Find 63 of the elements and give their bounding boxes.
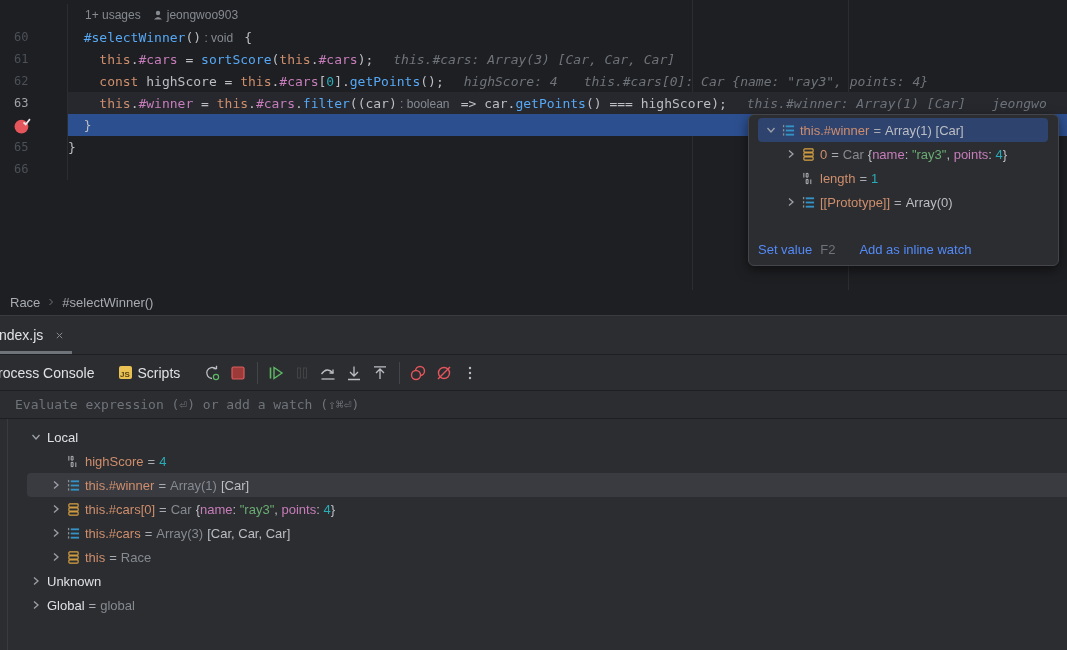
variable-entry: this.#cars[0] = Car {name: "ray3", points: 4} — [85, 501, 336, 517]
object-icon — [67, 502, 80, 516]
rerun-icon[interactable] — [204, 364, 221, 381]
code-line: this.#winner = this.#cars.filter((car) : boolean => car.getPoints() === highScore); — [98, 95, 727, 111]
person-icon — [152, 10, 163, 20]
tree-row-highlight[interactable]: this.#winner = Array(1) [Car] — [27, 473, 1067, 497]
variable-entry: this.#cars = Array(3) [Car, Car, Car] — [85, 525, 291, 541]
variable-entry: Global = global — [47, 597, 136, 613]
line-number: 63 — [14, 96, 29, 110]
shortcut-hint: F2 — [820, 242, 836, 257]
chevron-right-icon[interactable] — [31, 600, 41, 610]
resume-icon[interactable] — [268, 364, 285, 381]
chevron-right-icon[interactable] — [31, 576, 41, 586]
breadcrumb-item[interactable]: Race — [10, 294, 41, 310]
chevron-right-icon[interactable] — [786, 197, 796, 207]
variable-entry: highScore = 4 — [85, 453, 167, 469]
code-line: this.#cars = sortScore(this.#cars); — [98, 51, 374, 67]
panel-tab[interactable]: JS Scripts — [118, 364, 181, 381]
close-icon[interactable] — [55, 330, 65, 340]
inline-value-hint: this.#winner: Array(1) [Car] — [746, 95, 966, 111]
chevron-right-icon[interactable] — [786, 149, 796, 159]
code-line: const highScore = this.#cars[0].getPoints(); — [98, 73, 444, 89]
variable-entry: 0 = Car {name: "ray3", points: 4} — [820, 146, 1008, 162]
array-icon — [802, 195, 815, 209]
code-line: #selectWinner() : void { — [82, 29, 253, 45]
variable-entry: this.#winner = Array(1) [Car] — [85, 477, 250, 493]
breakpoints-icon[interactable] — [410, 364, 427, 381]
variable-entry: Unknown — [47, 573, 102, 589]
chevron-down-icon[interactable] — [31, 432, 41, 442]
code-line: } — [68, 139, 76, 155]
array-icon — [782, 123, 795, 137]
popup-action-link[interactable]: Add as inline watch — [859, 242, 972, 257]
step-into-icon[interactable] — [346, 364, 363, 381]
chevron-right-icon[interactable] — [51, 504, 61, 514]
object-icon — [67, 550, 80, 564]
breadcrumb-item[interactable]: #selectWinner() — [62, 294, 154, 310]
mute-breakpoints-icon[interactable] — [436, 364, 453, 381]
stop-icon[interactable] — [230, 364, 247, 381]
inline-value-hint: highScore: 4 — [463, 73, 558, 89]
code-line: } — [82, 117, 92, 133]
array-icon — [67, 526, 80, 540]
js-badge-icon: JS — [118, 366, 132, 379]
chevron-right-icon[interactable] — [51, 552, 61, 562]
popup-action-link[interactable]: Set value — [758, 242, 813, 257]
usages-count[interactable]: 1+ usages — [85, 8, 141, 22]
chevron-down-icon[interactable] — [766, 125, 776, 135]
variable-entry: length = 1 — [820, 170, 879, 186]
variable-entry: [[Prototype]] = Array(0) — [820, 194, 953, 210]
chevron-right-icon[interactable] — [51, 528, 61, 538]
object-icon — [802, 147, 815, 161]
step-out-icon[interactable] — [372, 364, 389, 381]
inline-value-hint: this.#cars: Array(3) [Car, Car, Car] — [393, 51, 676, 67]
inline-value-hint: jeongwo — [991, 95, 1047, 111]
variable-entry: this = Race — [85, 549, 153, 565]
file-tab[interactable]: ndex.js — [0, 316, 73, 354]
author-name[interactable]: jeongwoo903 — [166, 8, 239, 22]
chevron-right-icon[interactable] — [51, 480, 61, 490]
breakpoint-icon[interactable] — [14, 116, 31, 134]
array-icon — [67, 478, 80, 492]
variable-entry: this.#winner = Array(1) [Car] — [800, 122, 964, 138]
tree-row-highlight[interactable]: this.#winner = Array(1) [Car] — [758, 118, 1048, 142]
inline-value-hint: this.#cars[0]: Car {name: "ray3", points: 4} — [583, 73, 929, 89]
variable-entry: Local — [47, 429, 79, 445]
